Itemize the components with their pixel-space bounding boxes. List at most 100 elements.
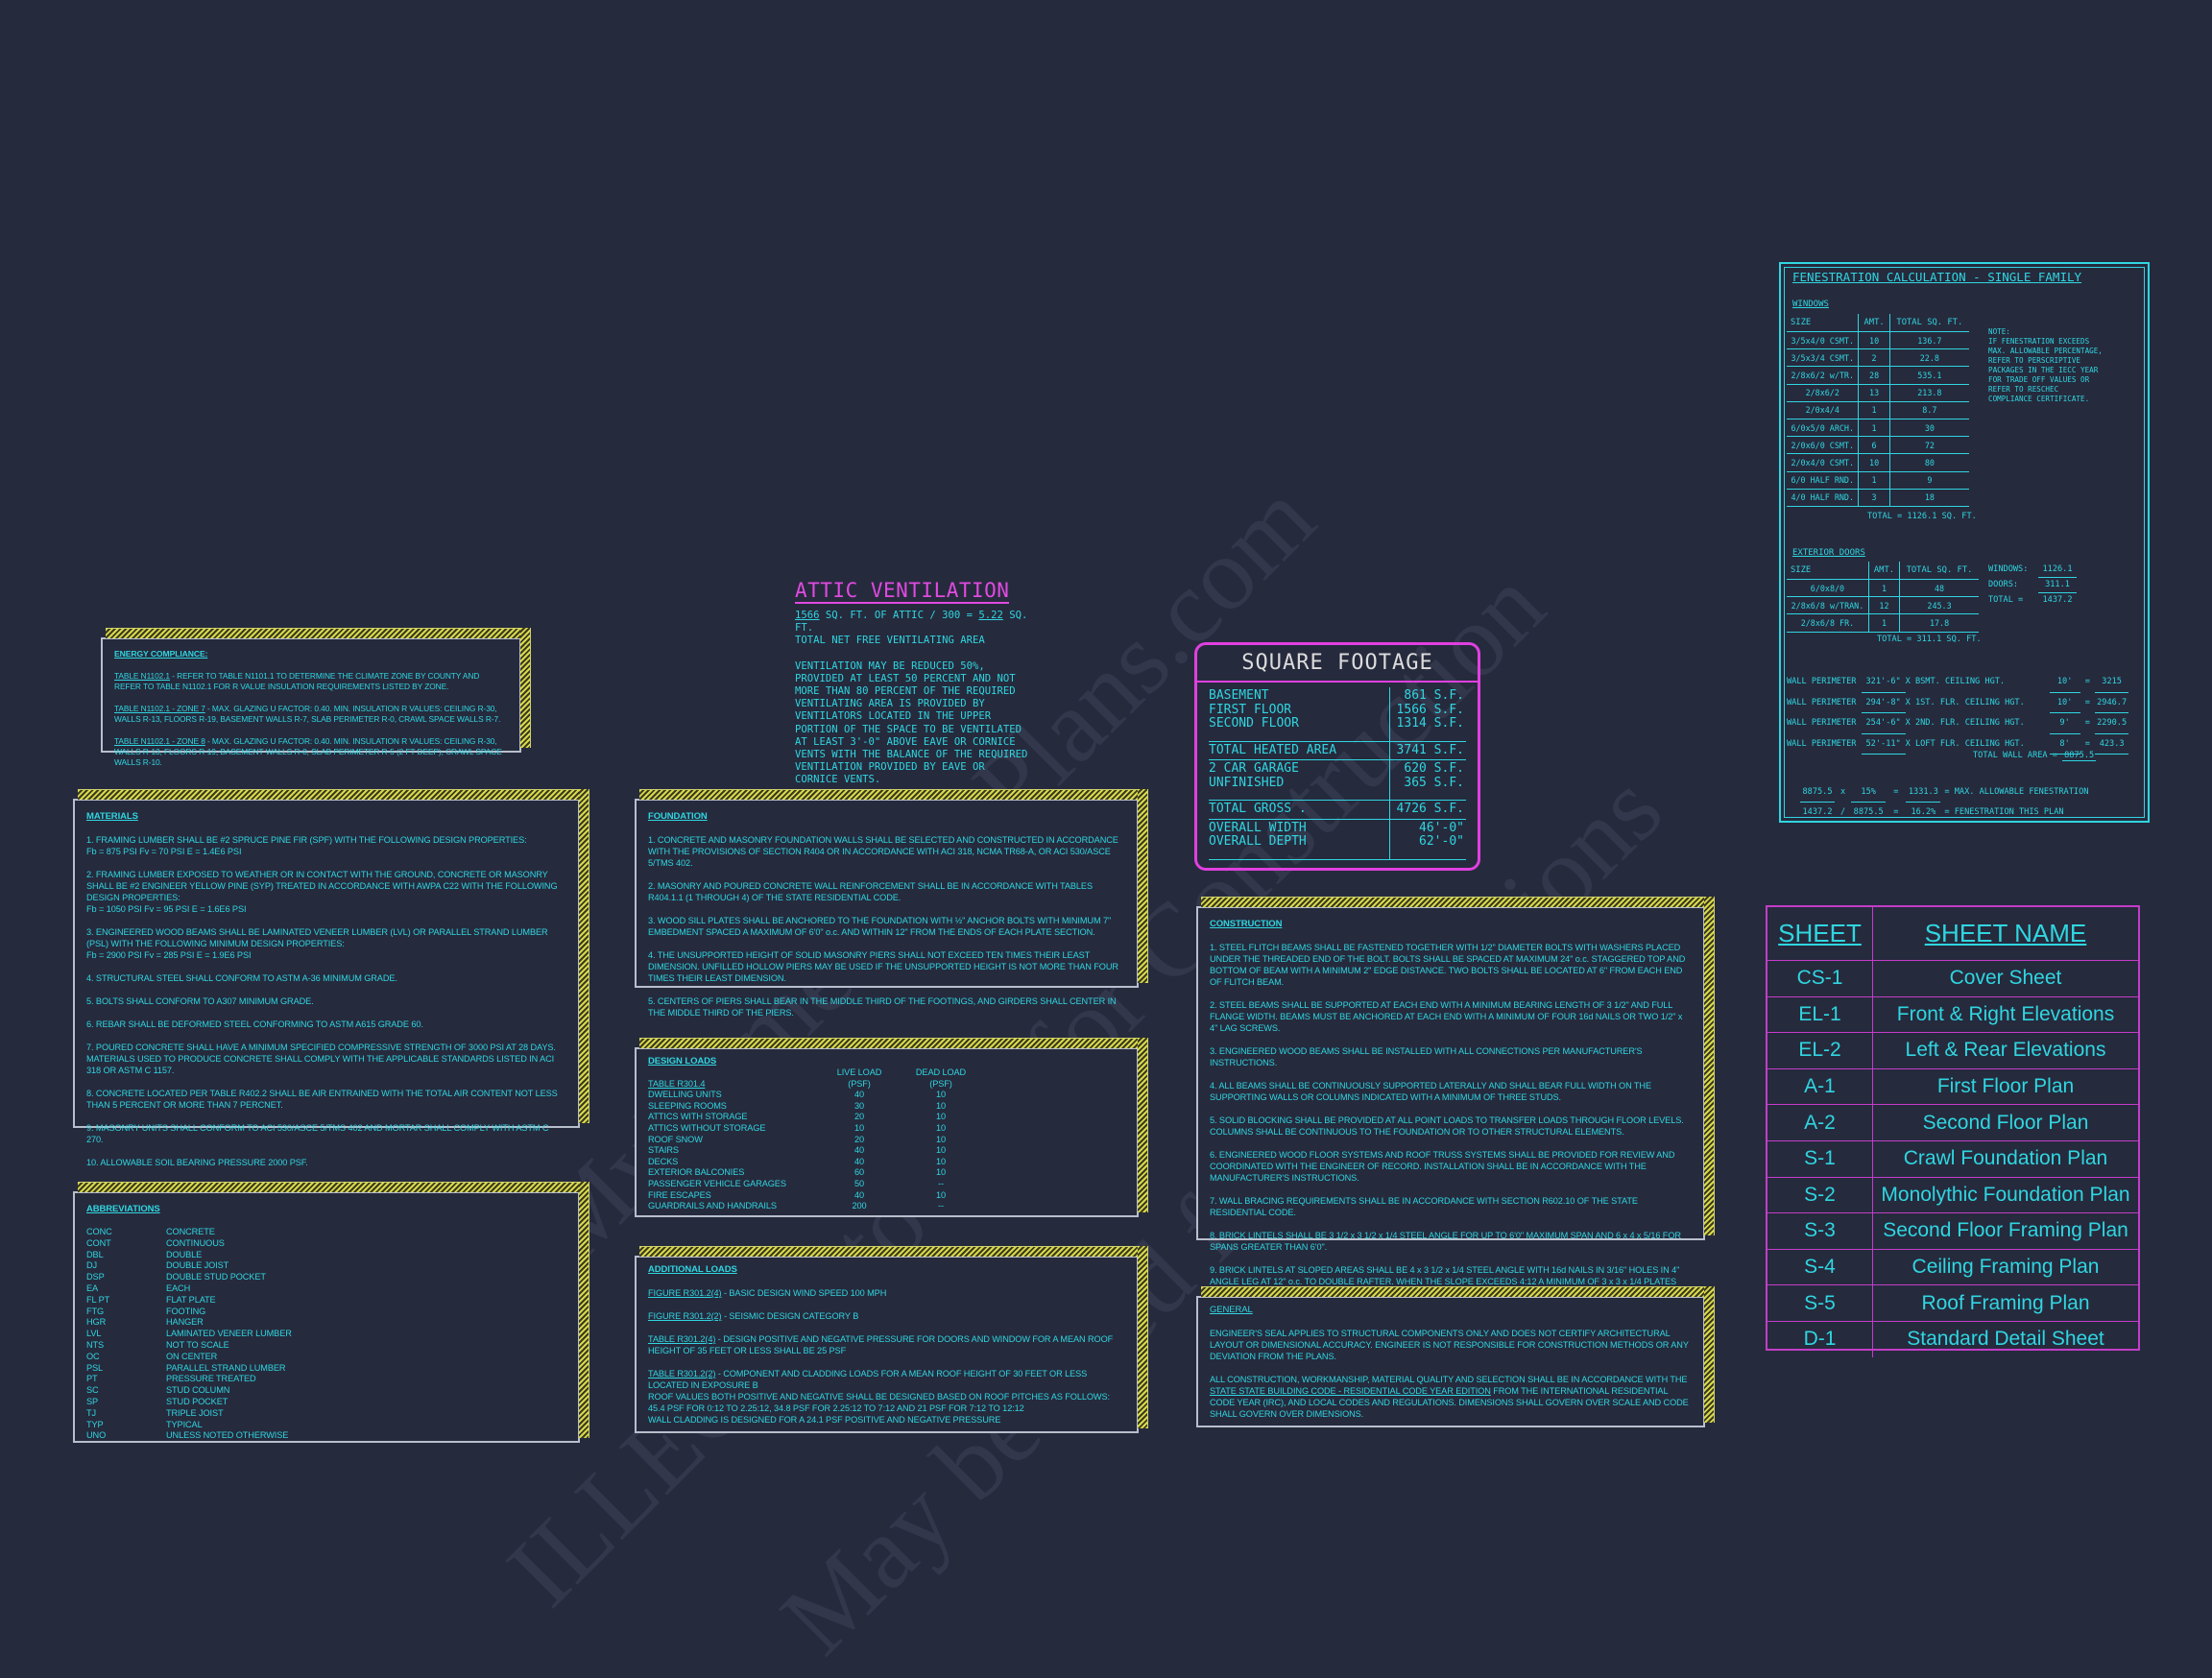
table-header: SIZE AMT. TOTAL SQ. FT. [1787, 562, 1979, 580]
windows-table: SIZE AMT. TOTAL SQ. FT. 3/5x4/0 CSMT. 10 136.… [1787, 314, 1969, 507]
total-sqft: 9 [1888, 471, 1969, 490]
abbr-code: DBL [86, 1249, 104, 1259]
additional-loads-list: FIGURE R301.2(4) - BASIC DESIGN WIND SPE… [648, 1287, 1125, 1426]
col-amt: AMT. [1858, 314, 1890, 332]
size: 2/8x6/2 w/TR. [1787, 366, 1859, 385]
general-p1: ENGINEER'S SEAL APPLIES TO STRUCTURAL CO… [1210, 1329, 1689, 1361]
sheet-number: S-5 [1767, 1285, 1873, 1321]
additional-load-item: TABLE R301.2(4) - DESIGN POSITIVE AND NE… [648, 1334, 1114, 1355]
dead-load: 10 [935, 1156, 947, 1166]
wall-perimeter-row: WALL PERIMETER 321'-6" X BSMT. CEILING H… [1787, 672, 2129, 693]
sqft-label: OVERALL WIDTH [1209, 820, 1307, 835]
foundation-box: FOUNDATION 1. CONCRETE AND MASONRY FOUND… [635, 789, 1148, 1018]
dead-load: 10 [935, 1090, 947, 1100]
sheet-name: Second Floor Framing Plan [1883, 1219, 2128, 1242]
sheet-name: Crawl Foundation Plan [1903, 1147, 2108, 1170]
load-name: GUARDRAILS AND HANDRAILS [648, 1201, 777, 1211]
abbr-code: FTG [86, 1306, 105, 1316]
energy-p1: TABLE N1102.1 - REFER TO TABLE N1101.1 T… [114, 671, 480, 691]
fenestration-calc-row: 1437.2/8875.5 = 16.2% = FENESTRATION THIS P… [1800, 803, 2088, 823]
abbr-meaning: TYPICAL [166, 1419, 203, 1429]
wall-perimeter-row: WALL PERIMETER 294'-8" X 1ST. FLR. CEILI… [1787, 693, 2129, 713]
sheet-name: Cover Sheet [1949, 967, 2062, 990]
live-load: 40 [854, 1090, 865, 1100]
construction-list: 1. STEEL FLITCH BEAMS SHALL BE FASTENED … [1210, 942, 1692, 1299]
total-sqft: 17.8 [1899, 613, 1979, 633]
sheet-row: D-1 Standard Detail Sheet [1767, 1321, 2138, 1357]
abbr-code: FL PT [86, 1294, 110, 1305]
load-name: STAIRS [648, 1145, 679, 1156]
size: 3/5x3/4 CSMT. [1787, 348, 1859, 368]
energy-p3: TABLE N1102.1 - ZONE 8 - MAX. GLAZING U … [114, 736, 502, 767]
sheet-number: S-1 [1767, 1140, 1873, 1177]
amount: 28 [1858, 366, 1890, 385]
sheet-number: S-3 [1767, 1213, 1873, 1249]
size: 4/0 HALF RND. [1787, 489, 1859, 507]
abbr-code: PT [86, 1374, 98, 1384]
foundation-list: 1. CONCRETE AND MASONRY FOUNDATION WALLS… [648, 834, 1125, 1019]
load-name: SLEEPING ROOMS [648, 1100, 727, 1111]
windows-label: WINDOWS [1792, 300, 1829, 309]
note-item: 3. ENGINEERED WOOD BEAMS SHALL BE INSTAL… [1210, 1046, 1643, 1067]
col-sheet: SHEET [1778, 919, 1862, 947]
note-item: 9. MASONRY UNITS SHALL CONFORM TO ACI 53… [86, 1123, 549, 1144]
table-ref: TABLE R301.4 [648, 1078, 706, 1089]
energy-title: ENERGY COMPLIANCE: [114, 649, 208, 659]
abbr-meaning: DOUBLE JOIST [166, 1260, 229, 1271]
abbr-code: OC [86, 1351, 100, 1361]
table-row: 2/0x6/0 CSMT. 6 72 [1787, 436, 1969, 455]
amount: 12 [1867, 596, 1900, 615]
sqft-label: BASEMENT [1209, 688, 1269, 703]
dead-load: 10 [935, 1112, 947, 1122]
sqft-group: BASEMENT FIRST FLOOR SECOND FLOOR 861 S.F. 1… [1209, 687, 1466, 742]
foundation-title: FOUNDATION [648, 811, 708, 822]
sqft-value: 620 S.F. [1404, 761, 1464, 776]
abbr-meaning: EACH [166, 1282, 191, 1293]
sqft-group: 2 CAR GARAGE UNFINISHED 620 S.F. 365 S.F. [1209, 760, 1466, 801]
abbr-code: SC [86, 1385, 99, 1396]
table-row: 2/8x6/8 FR. 1 17.8 [1787, 613, 1979, 633]
sqft-label: TOTAL HEATED AREA [1209, 742, 1337, 757]
col-total: TOTAL SQ. FT. [1888, 314, 1969, 332]
sheet-row: S-4 Ceiling Framing Plan [1767, 1249, 2138, 1286]
abbr-meaning: FLAT PLATE [166, 1294, 216, 1305]
sqft-value: 1566 S.F. [1396, 702, 1464, 717]
note-item: 5. SOLID BLOCKING SHALL BE PROVIDED AT A… [1210, 1115, 1684, 1137]
amount: 1 [1858, 471, 1890, 490]
sqft-value: 4726 S.F. [1396, 802, 1464, 816]
fenestration-calculation: FENESTRATION CALCULATION - SINGLE FAMILY… [1779, 262, 2150, 823]
abbreviations-title: ABBREVIATIONS [86, 1204, 160, 1214]
note-item: 5. CENTERS OF PIERS SHALL BEAR IN THE MI… [648, 996, 1117, 1018]
amount: 10 [1858, 331, 1890, 350]
abbr-meaning: UNLESS NOTED OTHERWISE [166, 1430, 289, 1441]
amount: 2 [1858, 348, 1890, 368]
general-title: GENERAL [1210, 1305, 1253, 1315]
sheet-number: S-2 [1767, 1177, 1873, 1213]
load-name: ROOF SNOW [648, 1134, 703, 1144]
size: 3/5x4/0 CSMT. [1787, 331, 1859, 350]
abbreviations-list: CONC CONCRETE CONT CONTINUOUS DBL DOUBLE DJ DOU… [86, 1227, 566, 1442]
sheet-name: Left & Rear Elevations [1905, 1039, 2106, 1062]
design-loads-title: DESIGN LOADS [648, 1056, 717, 1067]
sheet-row: S-1 Crawl Foundation Plan [1767, 1140, 2138, 1178]
energy-p2: TABLE N1102.1 - ZONE 7 - MAX. GLAZING U … [114, 704, 501, 724]
note-item: 7. WALL BRACING REQUIREMENTS SHALL BE IN… [1210, 1196, 1638, 1217]
amount: 6 [1858, 436, 1890, 455]
total-sqft: 30 [1888, 419, 1969, 438]
sheet-row: EL-1 Front & Right Elevations [1767, 996, 2138, 1034]
sheet-number: D-1 [1767, 1321, 1873, 1357]
note-item: 7. POURED CONCRETE SHALL HAVE A MINIMUM … [86, 1043, 556, 1075]
abbr-meaning: STUD POCKET [166, 1396, 228, 1406]
sheet-name: Second Floor Plan [1922, 1111, 2089, 1134]
sqft-label: SECOND FLOOR [1209, 716, 1299, 731]
design-loads-box: DESIGN LOADS LIVE LOAD DEAD LOAD TABLE R30… [635, 1038, 1148, 1217]
sqft-value: 365 S.F. [1404, 775, 1464, 790]
table-row: 2/0x4/0 CSMT. 10 80 [1787, 453, 1969, 472]
sqft-value: 3741 S.F. [1396, 742, 1464, 757]
sheet-number: S-4 [1767, 1249, 1873, 1285]
unit-dead: (PSF) [929, 1078, 952, 1089]
fenestration-calcs: 8875.5 x 15% = 1331.3 = MAX. ALLOWABLE FENEST… [1800, 782, 2088, 823]
fenestration-calc-row: 8875.5 x 15% = 1331.3 = MAX. ALLOWABLE FENEST… [1800, 782, 2088, 803]
load-name: FIRE ESCAPES [648, 1189, 711, 1200]
abbr-meaning: PARALLEL STRAND LUMBER [166, 1362, 286, 1373]
